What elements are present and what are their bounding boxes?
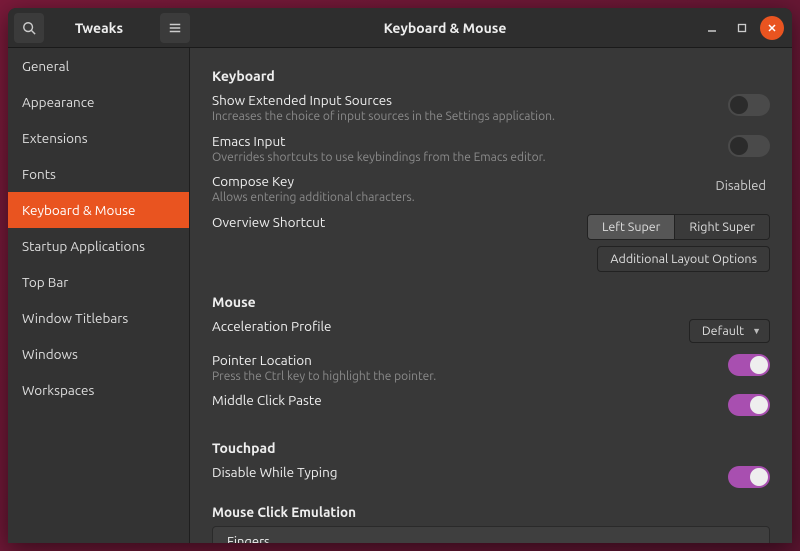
compose-key-desc: Allows entering additional characters. <box>212 190 716 206</box>
extended-input-label: Show Extended Input Sources <box>212 92 728 108</box>
extended-input-desc: Increases the choice of input sources in… <box>212 109 728 125</box>
chevron-down-icon: ▼ <box>752 326 761 336</box>
overview-shortcut-label: Overview Shortcut <box>212 214 587 230</box>
compose-key-label: Compose Key <box>212 173 716 189</box>
hamburger-button[interactable] <box>160 13 190 43</box>
sidebar-item-keyboard-mouse[interactable]: Keyboard & Mouse <box>8 192 189 228</box>
compose-key-value[interactable]: Disabled <box>716 179 770 193</box>
row-middle-click-paste: Middle Click Paste <box>212 388 770 422</box>
pointer-location-toggle[interactable] <box>728 354 770 376</box>
maximize-button[interactable] <box>730 16 754 40</box>
emacs-input-toggle[interactable] <box>728 135 770 157</box>
sidebar-item-startup-applications[interactable]: Startup Applications <box>8 228 189 264</box>
app-title: Tweaks <box>44 20 154 36</box>
content-pane[interactable]: Keyboard Show Extended Input Sources Inc… <box>190 48 792 543</box>
row-disable-while-typing: Disable While Typing <box>212 460 770 494</box>
acceleration-profile-dropdown[interactable]: Default ▼ <box>689 319 770 343</box>
pointer-location-label: Pointer Location <box>212 352 728 368</box>
row-compose-key: Compose Key Allows entering additional c… <box>212 169 770 210</box>
section-title-mouse: Mouse <box>212 294 770 310</box>
acceleration-profile-value: Default <box>702 324 744 338</box>
mouse-click-emulation-group: FingersClick the touchpad with two finge… <box>212 526 770 543</box>
row-overview-shortcut: Overview Shortcut Left Super Right Super… <box>212 210 770 276</box>
sidebar-item-general[interactable]: General <box>8 48 189 84</box>
sidebar-item-fonts[interactable]: Fonts <box>8 156 189 192</box>
search-button[interactable] <box>14 13 44 43</box>
mouse-click-emulation-title: Mouse Click Emulation <box>212 504 770 520</box>
pointer-location-desc: Press the Ctrl key to highlight the poin… <box>212 369 728 385</box>
disable-while-typing-toggle[interactable] <box>728 466 770 488</box>
middle-click-paste-toggle[interactable] <box>728 394 770 416</box>
sidebar: GeneralAppearanceExtensionsFontsKeyboard… <box>8 48 190 543</box>
page-title: Keyboard & Mouse <box>190 20 700 36</box>
sidebar-item-extensions[interactable]: Extensions <box>8 120 189 156</box>
row-emacs-input: Emacs Input Overrides shortcuts to use k… <box>212 129 770 170</box>
middle-click-paste-label: Middle Click Paste <box>212 392 728 408</box>
additional-layout-options-button[interactable]: Additional Layout Options <box>597 246 770 272</box>
disable-while-typing-label: Disable While Typing <box>212 464 728 480</box>
row-acceleration-profile: Acceleration Profile Default ▼ <box>212 314 770 348</box>
acceleration-profile-label: Acceleration Profile <box>212 318 689 334</box>
row-extended-input: Show Extended Input Sources Increases th… <box>212 88 770 129</box>
emacs-input-label: Emacs Input <box>212 133 728 149</box>
section-title-touchpad: Touchpad <box>212 440 770 456</box>
minimize-button[interactable] <box>700 16 724 40</box>
sidebar-item-top-bar[interactable]: Top Bar <box>8 264 189 300</box>
sidebar-item-windows[interactable]: Windows <box>8 336 189 372</box>
row-pointer-location: Pointer Location Press the Ctrl key to h… <box>212 348 770 389</box>
titlebar: Tweaks Keyboard & Mouse <box>8 8 792 48</box>
overview-shortcut-segmented: Left Super Right Super <box>587 214 770 240</box>
overview-right-super[interactable]: Right Super <box>675 215 769 239</box>
emulation-option-fingers[interactable]: FingersClick the touchpad with two finge… <box>213 527 769 543</box>
emulation-option-label: Fingers <box>227 535 755 543</box>
extended-input-toggle[interactable] <box>728 94 770 116</box>
close-button[interactable] <box>760 16 784 40</box>
emacs-input-desc: Overrides shortcuts to use keybindings f… <box>212 150 728 166</box>
overview-left-super[interactable]: Left Super <box>588 215 675 239</box>
sidebar-item-window-titlebars[interactable]: Window Titlebars <box>8 300 189 336</box>
sidebar-item-workspaces[interactable]: Workspaces <box>8 372 189 408</box>
app-window: Tweaks Keyboard & Mouse GeneralAppearanc… <box>8 8 792 543</box>
sidebar-item-appearance[interactable]: Appearance <box>8 84 189 120</box>
section-title-keyboard: Keyboard <box>212 68 770 84</box>
